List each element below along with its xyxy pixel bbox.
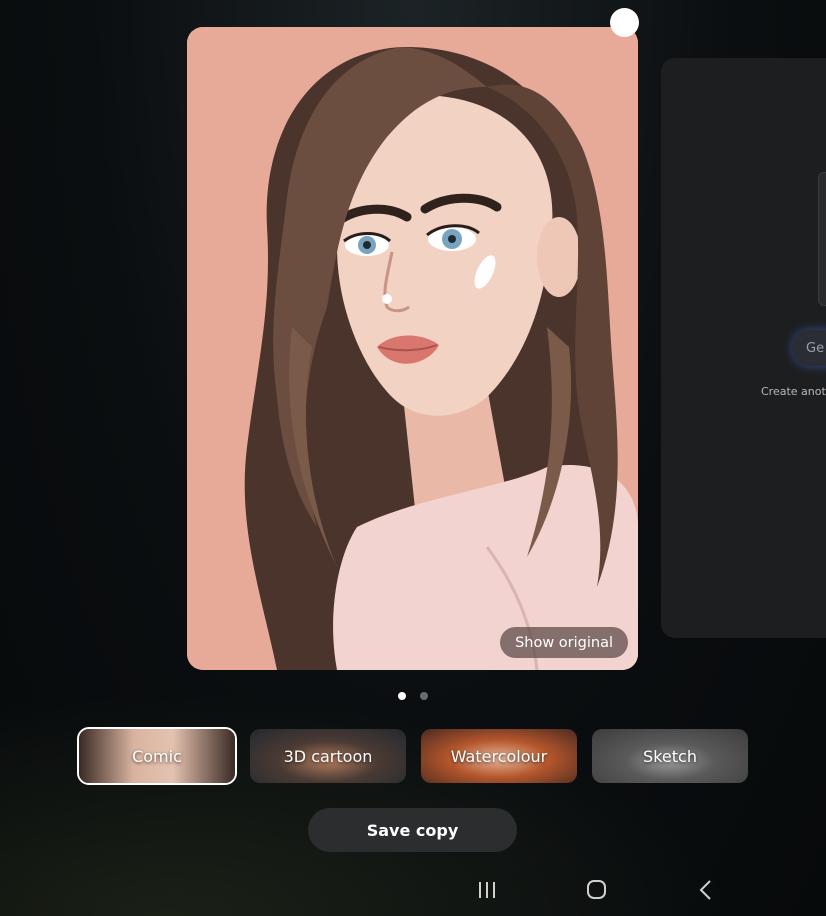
home-button[interactable] — [576, 872, 616, 908]
side-panel-handle[interactable] — [818, 172, 826, 306]
style-chip-3d-cartoon[interactable]: 3D cartoon — [248, 727, 408, 785]
recents-button[interactable] — [467, 872, 507, 908]
create-another-caption: Create anot — [761, 385, 826, 398]
system-navigation-bar — [0, 872, 826, 908]
page-indicator — [398, 692, 428, 700]
style-chip-label: 3D cartoon — [283, 746, 373, 766]
style-chip-watercolour[interactable]: Watercolour — [419, 727, 579, 785]
style-chip-label: Sketch — [643, 746, 697, 766]
save-copy-button[interactable]: Save copy — [308, 808, 517, 852]
style-chip-comic[interactable]: Comic — [77, 727, 237, 785]
style-selector: Comic 3D cartoon Watercolour Sketch — [77, 727, 750, 785]
home-icon — [587, 880, 606, 899]
back-button[interactable] — [686, 872, 726, 908]
next-result-card[interactable]: Ge Create anot — [661, 58, 826, 638]
style-chip-label: Comic — [132, 746, 182, 766]
style-chip-label: Watercolour — [450, 746, 548, 766]
page-dot-inactive — [420, 692, 428, 700]
style-chip-sketch[interactable]: Sketch — [590, 727, 750, 785]
show-original-button[interactable]: Show original — [500, 627, 628, 658]
recents-icon — [479, 882, 495, 898]
close-button[interactable] — [610, 8, 639, 37]
comic-portrait-image — [187, 27, 638, 670]
page-dot-active — [398, 692, 406, 700]
back-icon — [699, 880, 711, 900]
generate-button[interactable]: Ge — [792, 330, 826, 366]
generated-portrait-card[interactable]: Show original — [187, 27, 638, 670]
